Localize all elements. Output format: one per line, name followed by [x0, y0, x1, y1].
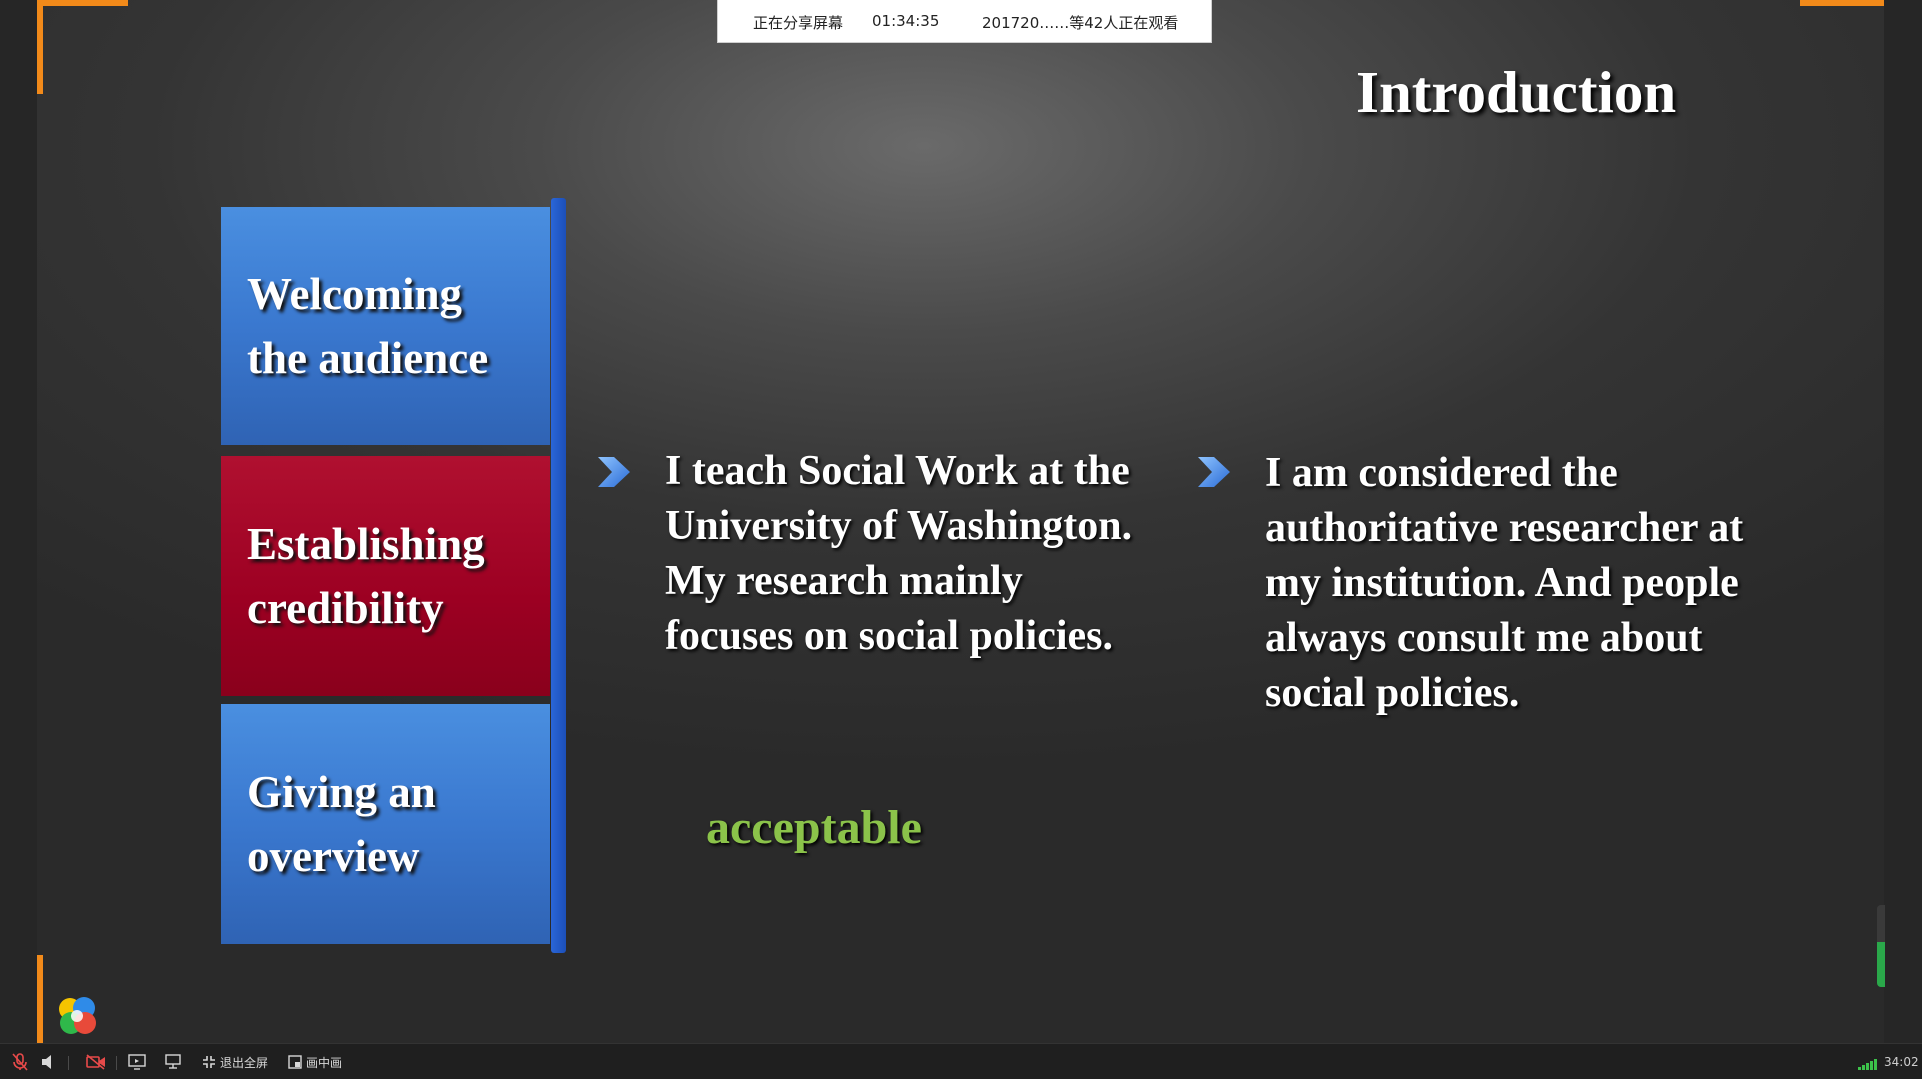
speaker-button[interactable]	[40, 1052, 56, 1072]
box-label-line: overview	[247, 831, 420, 881]
screen-share-icon	[128, 1054, 146, 1070]
chevron-right-icon	[598, 457, 630, 487]
annotation-acceptable: acceptable	[706, 801, 922, 854]
box-welcoming-audience: Welcoming the audience	[221, 207, 550, 445]
bullet-line: University of Washington.	[665, 503, 1133, 549]
exit-fullscreen-label: 退出全屏	[220, 1055, 269, 1070]
bullet-text-authority: I am considered the authoritative resear…	[1265, 446, 1805, 721]
bullet-line: My research mainly	[665, 558, 1023, 604]
box-label-line: credibility	[247, 583, 444, 633]
bullet-line: focuses on social policies.	[665, 613, 1113, 659]
box-label-line: Giving an	[247, 767, 436, 817]
bullet-text-teaching: I teach Social Work at the University of…	[665, 444, 1185, 664]
picture-in-picture-icon	[288, 1055, 302, 1069]
box-label-line: the audience	[247, 333, 489, 383]
toolbar-divider	[116, 1056, 117, 1070]
share-status-text: 正在分享屏幕	[753, 14, 844, 32]
slide-title: Introduction	[1356, 59, 1677, 125]
bullet-line: I teach Social Work at the	[665, 448, 1130, 494]
picture-in-picture-label: 画中画	[306, 1055, 343, 1070]
exit-fullscreen-button[interactable]: 退出全屏	[202, 1052, 268, 1072]
screen-share-status-bar[interactable]: 正在分享屏幕 01:34:35 201720……等42人正在观看	[717, 0, 1212, 43]
box-label-line: Welcoming	[247, 269, 462, 319]
box-giving-overview: Giving an overview	[221, 704, 550, 944]
chat-icon	[165, 1054, 181, 1069]
box-label-line: Establishing	[247, 519, 485, 569]
meeting-toolbar: 退出全屏 画中画 34:02	[0, 1043, 1922, 1079]
bullet-line: my institution. And people	[1265, 560, 1739, 606]
exit-fullscreen-icon	[203, 1056, 215, 1068]
share-elapsed-time: 01:34:35	[872, 12, 940, 30]
frame-corner-top-right	[1800, 0, 1884, 12]
box-establishing-credibility: Establishing credibility	[221, 456, 550, 696]
bullet-line: social policies.	[1265, 670, 1520, 716]
meeting-clock: 34:02	[1884, 1055, 1919, 1069]
bullet-line: always consult me about	[1265, 615, 1703, 661]
speaker-icon	[42, 1055, 51, 1069]
camera-off-icon	[86, 1054, 105, 1070]
frame-corner-top-left	[37, 0, 128, 94]
viewer-count-text[interactable]: 201720……等42人正在观看	[982, 12, 1178, 33]
screen-share-button[interactable]	[128, 1052, 146, 1072]
mic-muted-icon	[12, 1053, 28, 1071]
chat-button[interactable]	[164, 1052, 182, 1072]
vertical-accent-bar	[551, 198, 566, 953]
mic-muted-button[interactable]	[12, 1052, 28, 1072]
chevron-right-icon	[1198, 457, 1230, 487]
signal-icon	[1858, 1059, 1877, 1070]
camera-off-button[interactable]	[86, 1052, 106, 1072]
bullet-line: authoritative researcher at	[1265, 505, 1744, 551]
picture-in-picture-button[interactable]: 画中画	[288, 1052, 342, 1072]
side-panel-handle[interactable]	[1877, 905, 1885, 987]
app-logo-icon	[59, 997, 96, 1034]
toolbar-divider	[68, 1056, 69, 1070]
bullet-line: I am considered the	[1265, 450, 1618, 496]
